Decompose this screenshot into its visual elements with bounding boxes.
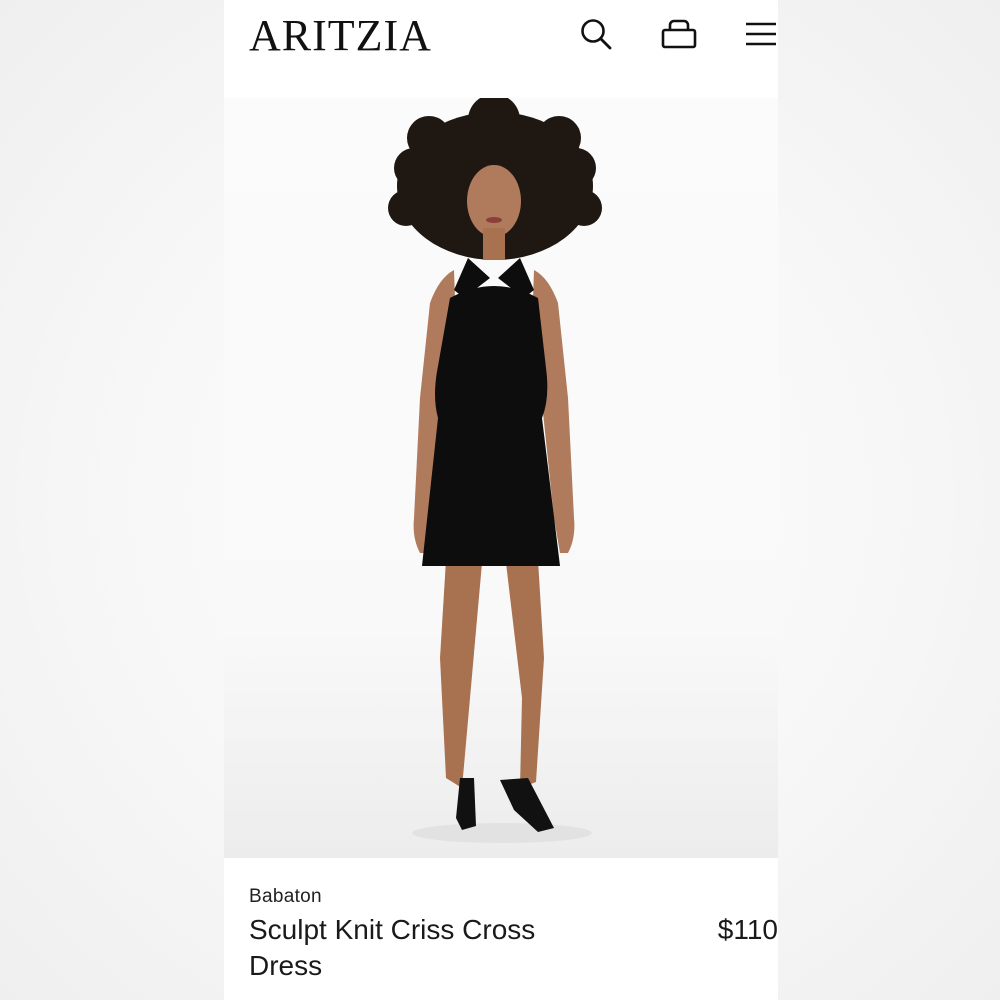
product-page: ARITZIA Babaton Sculpt Knit Criss Cross … (224, 0, 778, 1000)
shopping-bag-icon (661, 18, 697, 50)
search-icon (579, 17, 613, 51)
screen-background: ARITZIA Babaton Sculpt Knit Criss Cross … (0, 0, 1000, 1000)
product-brand[interactable]: Babaton (249, 886, 322, 908)
product-info: Babaton Sculpt Knit Criss Cross Dress $1… (224, 858, 778, 1000)
search-button[interactable] (576, 14, 616, 54)
product-image[interactable] (224, 98, 778, 858)
brand-logo[interactable]: ARITZIA (249, 12, 432, 60)
product-title[interactable]: Sculpt Knit Criss Cross Dress (249, 912, 549, 984)
shopping-bag-button[interactable] (659, 14, 699, 54)
hamburger-menu-icon (744, 20, 778, 48)
menu-button[interactable] (741, 14, 781, 54)
site-header: ARITZIA (224, 0, 778, 76)
product-price: $110 (717, 914, 778, 945)
model-illustration (388, 98, 602, 843)
